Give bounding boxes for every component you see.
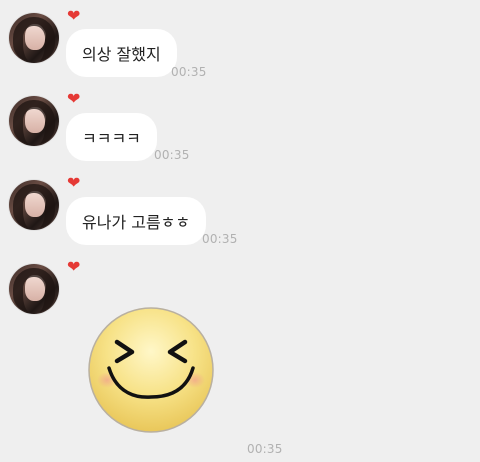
smiling-emoji-sticker[interactable] <box>87 306 215 434</box>
message-timestamp: 00:35 <box>247 442 283 456</box>
smiling-emoji-icon <box>88 307 214 433</box>
message-bubble[interactable]: ㅋㅋㅋㅋ <box>66 113 157 161</box>
heart-icon: ❤ <box>67 173 81 192</box>
sender-avatar[interactable] <box>9 13 59 63</box>
heart-icon: ❤ <box>67 89 81 108</box>
heart-icon: ❤ <box>67 257 81 276</box>
message-timestamp: 00:35 <box>171 65 207 79</box>
message-text: 의상 잘했지 <box>82 45 161 64</box>
message-text: 유나가 고름ㅎㅎ <box>82 213 191 232</box>
message-text: ㅋㅋㅋㅋ <box>82 129 141 148</box>
heart-icon: ❤ <box>67 6 81 25</box>
message-timestamp: 00:35 <box>154 148 190 162</box>
message-bubble[interactable]: 유나가 고름ㅎㅎ <box>66 197 207 245</box>
message-bubble[interactable]: 의상 잘했지 <box>66 29 177 77</box>
sender-avatar[interactable] <box>9 180 59 230</box>
sender-avatar[interactable] <box>9 264 59 314</box>
message-timestamp: 00:35 <box>202 232 238 246</box>
sender-avatar[interactable] <box>9 96 59 146</box>
